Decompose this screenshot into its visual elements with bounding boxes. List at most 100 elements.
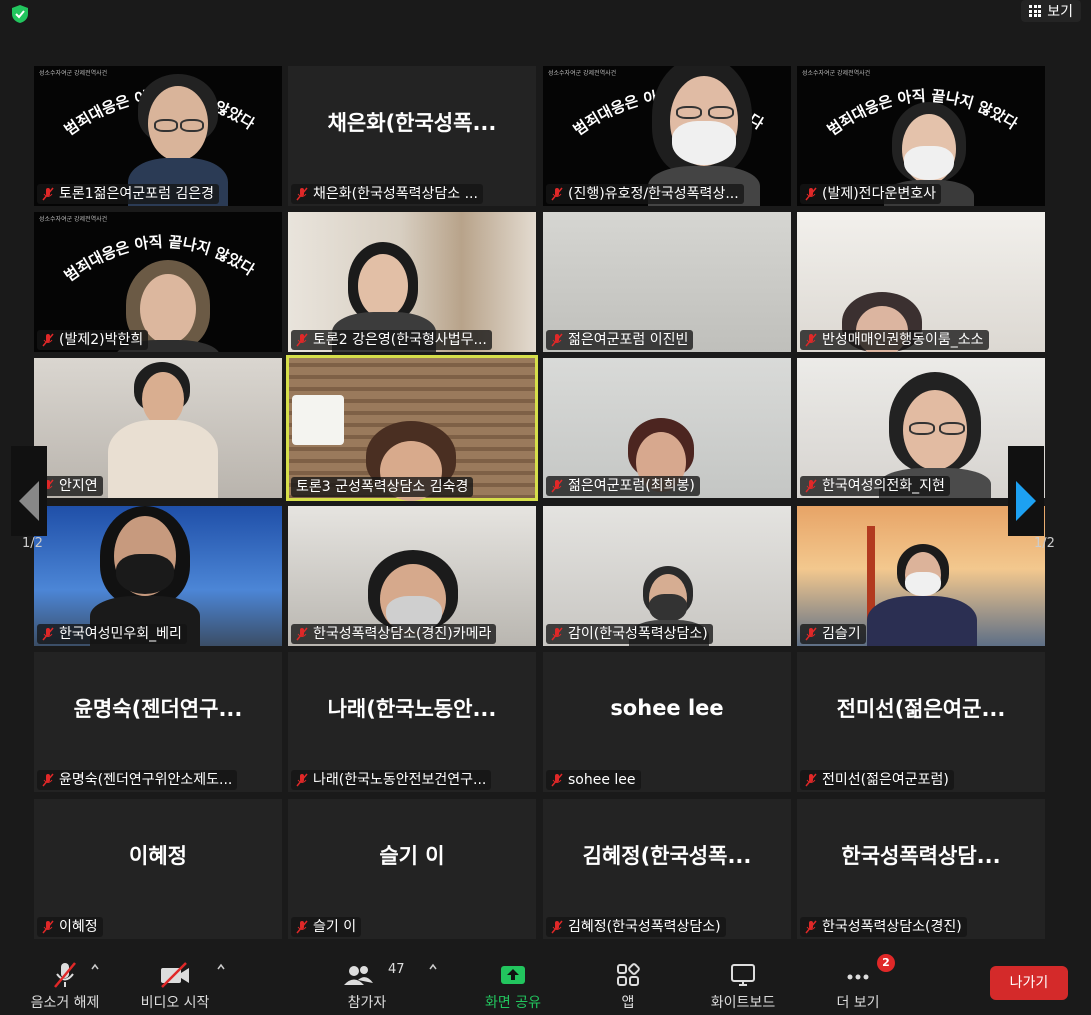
video-tile[interactable]: 채은화(한국성폭... 채은화(한국성폭력상담소 ... bbox=[288, 66, 536, 206]
chevron-up-icon[interactable] bbox=[428, 962, 438, 972]
participant-name-label: (발제)전다운변호사 bbox=[800, 184, 941, 204]
participant-name-label: 젊은여군포럼 이진빈 bbox=[546, 330, 694, 350]
participant-name-label: 이혜정 bbox=[37, 917, 103, 937]
video-tile[interactable]: 성소수자여군 강제전역사건 범죄대응은 아직 끝나지 않았다 (진행)유호정/한… bbox=[543, 66, 791, 206]
participant-name-label: 토론3 군성폭력상담소 김숙경 bbox=[291, 477, 474, 497]
whiteboard-icon bbox=[731, 964, 755, 986]
video-tile[interactable]: 성소수자여군 강제전역사건 범죄대응은 아직 끝나지 않았다 토론1젊은여군포럼… bbox=[34, 66, 282, 206]
meeting-toolbar: 음소거 해제 비디오 시작 참가자 47 화면 공유 앱 화이트보드 더 보기 … bbox=[0, 948, 1091, 1015]
mic-muted-icon bbox=[296, 627, 308, 641]
video-tile[interactable]: 한국성폭력상담... 한국성폭력상담소(경진) bbox=[797, 799, 1045, 939]
mic-muted-icon bbox=[551, 773, 563, 787]
participant-name-label: 슬기 이 bbox=[291, 917, 362, 937]
participant-name-display: 채은화(한국성폭... bbox=[327, 111, 497, 135]
participant-name-label: 김혜정(한국성폭력상담소) bbox=[546, 917, 726, 937]
participant-name-label: 윤명숙(젠더연구위안소제도... bbox=[37, 770, 238, 790]
participant-name-label: 토론1젊은여군포럼 김은경 bbox=[37, 184, 220, 204]
next-page-button[interactable] bbox=[1008, 446, 1044, 536]
mic-muted-icon bbox=[551, 333, 563, 347]
participant-name-display: sohee lee bbox=[610, 696, 724, 720]
wall-sign bbox=[292, 395, 344, 445]
shield-check-icon[interactable] bbox=[9, 3, 31, 25]
participant-name-display: 윤명숙(젠더연구... bbox=[73, 697, 243, 721]
apps-button[interactable]: 앱 bbox=[603, 948, 653, 1015]
mic-muted-icon bbox=[551, 187, 563, 201]
mic-muted-icon bbox=[42, 333, 54, 347]
video-tile[interactable]: 전미선(젊은여군... 전미선(젊은여군포럼) bbox=[797, 652, 1045, 792]
mic-muted-icon bbox=[42, 773, 54, 787]
mic-muted-icon bbox=[42, 920, 54, 934]
participants-icon bbox=[344, 966, 373, 985]
video-tile[interactable]: 김혜정(한국성폭... 김혜정(한국성폭력상담소) bbox=[543, 799, 791, 939]
video-off-icon bbox=[161, 962, 189, 988]
view-button[interactable]: 보기 bbox=[1021, 0, 1081, 22]
mic-muted-icon bbox=[805, 479, 817, 493]
mic-muted-icon bbox=[805, 333, 817, 347]
mic-muted-icon bbox=[296, 187, 308, 201]
mic-muted-icon bbox=[296, 773, 308, 787]
video-tile[interactable]: 감이(한국성폭력상담소) bbox=[543, 506, 791, 646]
grid-icon bbox=[1029, 5, 1042, 17]
video-tile[interactable]: 슬기 이 슬기 이 bbox=[288, 799, 536, 939]
participant-name-display: 이혜정 bbox=[129, 844, 187, 868]
participant-name-display: 전미선(젊은여군... bbox=[836, 697, 1006, 721]
video-tile[interactable]: 토론2 강은영(한국형사법무... bbox=[288, 212, 536, 352]
video-tile[interactable]: 이혜정 이혜정 bbox=[34, 799, 282, 939]
unmute-button[interactable]: 음소거 해제 bbox=[30, 948, 100, 1015]
share-screen-icon bbox=[501, 966, 525, 984]
mic-muted-icon bbox=[296, 333, 308, 347]
previous-page-button[interactable] bbox=[11, 446, 47, 536]
whiteboard-button[interactable]: 화이트보드 bbox=[700, 948, 786, 1015]
video-tile[interactable]: 한국여성민우회_베리 bbox=[34, 506, 282, 646]
video-tile[interactable]: 윤명숙(젠더연구... 윤명숙(젠더연구위안소제도... bbox=[34, 652, 282, 792]
participant-name-label: 나래(한국노동안전보건연구... bbox=[291, 770, 492, 790]
participant-name-label: 채은화(한국성폭력상담소 ... bbox=[291, 184, 483, 204]
video-tile[interactable]: 반성매매인권행동이룸_소소 bbox=[797, 212, 1045, 352]
start-video-label: 비디오 시작 bbox=[140, 995, 210, 1011]
chevron-up-icon[interactable] bbox=[216, 962, 226, 972]
mic-muted-icon bbox=[551, 627, 563, 641]
participants-label: 참가자 bbox=[347, 995, 387, 1011]
chevron-up-icon[interactable] bbox=[90, 962, 100, 972]
mic-muted-icon bbox=[42, 627, 54, 641]
share-screen-button[interactable]: 화면 공유 bbox=[475, 948, 551, 1015]
participant-name-label: 한국여성의전화_지현 bbox=[800, 476, 950, 496]
video-tile[interactable]: 한국성폭력상담소(경진)카메라 bbox=[288, 506, 536, 646]
participant-name-label: 감이(한국성폭력상담소) bbox=[546, 624, 713, 644]
video-tile[interactable]: 성소수자여군 강제전역사건 범죄대응은 아직 끝나지 않았다 (발제2)박한희 bbox=[34, 212, 282, 352]
leave-button[interactable]: 나가기 bbox=[990, 966, 1068, 1000]
unmute-label: 음소거 해제 bbox=[30, 995, 100, 1011]
participant-name-label: 한국여성민우회_베리 bbox=[37, 624, 187, 644]
participant-name-display: 한국성폭력상담... bbox=[841, 844, 1001, 868]
participant-name-display: 김혜정(한국성폭... bbox=[582, 844, 752, 868]
video-tile[interactable]: 성소수자여군 강제전역사건 범죄대응은 아직 끝나지 않았다 (발제)전다운변호… bbox=[797, 66, 1045, 206]
view-label: 보기 bbox=[1047, 4, 1073, 20]
mic-muted-icon bbox=[551, 920, 563, 934]
video-tile[interactable]: 젊은여군포럼(최희봉) bbox=[543, 358, 791, 498]
video-tile[interactable]: 나래(한국노동안... 나래(한국노동안전보건연구... bbox=[288, 652, 536, 792]
video-tile[interactable]: sohee lee sohee lee bbox=[543, 652, 791, 792]
participant-name-label: 김슬기 bbox=[800, 624, 866, 644]
top-bar: 보기 bbox=[0, 0, 1091, 30]
apps-label: 앱 bbox=[621, 995, 635, 1011]
video-tile[interactable]: 젊은여군포럼 이진빈 bbox=[543, 212, 791, 352]
mic-muted-icon bbox=[42, 187, 54, 201]
video-tile-active-speaker[interactable]: 토론3 군성폭력상담소 김숙경 bbox=[286, 355, 538, 501]
share-screen-label: 화면 공유 bbox=[485, 995, 541, 1011]
participant-name-display: 슬기 이 bbox=[379, 844, 445, 868]
mic-muted-icon bbox=[296, 920, 308, 934]
participant-count: 47 bbox=[388, 962, 405, 977]
page-indicator-right: 1/2 bbox=[1034, 536, 1055, 551]
participants-button[interactable]: 참가자 bbox=[334, 948, 400, 1015]
participant-name-label: 토론2 강은영(한국형사법무... bbox=[291, 330, 492, 350]
video-tile[interactable]: 안지연 bbox=[34, 358, 282, 498]
mic-muted-icon bbox=[805, 773, 817, 787]
participant-name-label: 전미선(젊은여군포럼) bbox=[800, 770, 954, 790]
participant-name-label: 한국성폭력상담소(경진)카메라 bbox=[291, 624, 497, 644]
participant-name-label: (발제2)박한희 bbox=[37, 330, 149, 350]
start-video-button[interactable]: 비디오 시작 bbox=[130, 948, 220, 1015]
mic-muted-icon bbox=[805, 187, 817, 201]
whiteboard-label: 화이트보드 bbox=[710, 995, 776, 1011]
participant-name-label: (진행)유호정/한국성폭력상... bbox=[546, 184, 744, 204]
participant-name-label: 한국성폭력상담소(경진) bbox=[800, 917, 967, 937]
